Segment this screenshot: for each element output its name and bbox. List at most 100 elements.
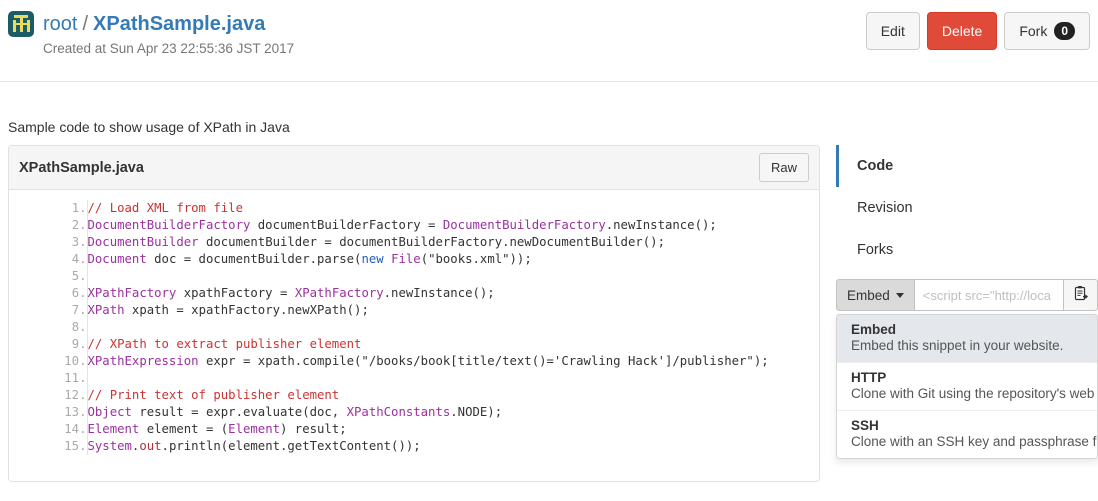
code-line: 5. [9, 268, 819, 285]
code-token: System [87, 439, 132, 453]
code-token: new [361, 252, 384, 266]
code-token: XPath [87, 303, 125, 317]
code-token: // Load XML from file [87, 201, 243, 215]
code-line-content: // Print text of publisher element [87, 387, 819, 404]
code-token: element = ( [139, 422, 229, 436]
code-token: File [391, 252, 421, 266]
breadcrumb: root / XPathSample.java [8, 10, 294, 38]
embed-dropdown-item-title: HTTP [851, 370, 887, 385]
code-token: .newInstance(); [383, 286, 495, 300]
code-line-number: 6. [9, 285, 88, 302]
code-line: 13. Object result = expr.evaluate(doc, XP… [9, 404, 819, 421]
code-line-content: // XPath to extract publisher element [87, 336, 819, 353]
embed-dropdown-item-desc: Clone with Git using the repository's we… [851, 386, 1095, 401]
code-line-number: 10. [9, 353, 88, 370]
code-line-content [87, 319, 819, 336]
code-token: // Print text of publisher element [87, 388, 340, 402]
raw-button[interactable]: Raw [758, 153, 809, 182]
snippet-description: Sample code to show usage of XPath in Ja… [8, 119, 290, 135]
code-line: 14. Element element = (Element) result; [9, 421, 819, 438]
code-line-number: 5. [9, 268, 88, 285]
sidebar-nav: Code Revision Forks [836, 145, 1098, 271]
code-line: 10. XPathExpression expr = xpath.compile(… [9, 353, 819, 370]
code-token: XPathConstants [346, 405, 451, 419]
code-line-content: System.out.println(element.getTextConten… [87, 438, 819, 455]
snippet-filename-link[interactable]: XPathSample.java [93, 13, 265, 36]
code-token: XPathFactory [294, 286, 384, 300]
copy-to-clipboard-button[interactable] [1064, 279, 1098, 311]
code-line-content [87, 370, 819, 387]
code-line-content: Object result = expr.evaluate(doc, XPath… [87, 404, 819, 421]
header-actions: Edit Delete Fork 0 [865, 12, 1090, 51]
code-line: 15. System.out.println(element.getTextCon… [9, 438, 819, 455]
code-line-content: Document doc = documentBuilder.parse(new… [87, 251, 819, 268]
sidebar-item-revision[interactable]: Revision [836, 187, 1098, 229]
embed-dropdown-item-http[interactable]: HTTP Clone with Git using the repository'… [837, 363, 1097, 411]
code-token: DocumentBuilderFactory [442, 218, 606, 232]
code-line: 1.// Load XML from file [9, 200, 819, 217]
code-table: 1.// Load XML from file 2. DocumentBuilder… [9, 200, 819, 455]
code-token: documentBuilderFactory = [250, 218, 443, 232]
code-line-content: XPathFactory xpathFactory = XPathFactory… [87, 285, 819, 302]
delete-button[interactable]: Delete [926, 12, 998, 51]
clipboard-copy-icon [1073, 285, 1089, 305]
code-token: result = expr.evaluate(doc, [131, 405, 347, 419]
sidebar-item-code[interactable]: Code [836, 145, 1098, 187]
code-line-number: 12. [9, 387, 88, 404]
identicon-avatar [8, 11, 34, 37]
code-line: 3. DocumentBuilder documentBuilder = docu… [9, 234, 819, 251]
embed-dropdown-item-embed[interactable]: Embed Embed this snippet in your website. [837, 315, 1097, 363]
code-line-number: 2. [9, 217, 88, 234]
code-line-number: 1. [9, 200, 88, 217]
code-token: // XPath to extract publisher element [87, 337, 362, 351]
sidebar-item-label: Code [857, 158, 894, 174]
embed-dropdown-item-ssh[interactable]: SSH Clone with an SSH key and passphrase … [837, 411, 1097, 458]
embed-url-input[interactable] [914, 279, 1064, 311]
sidebar-item-label: Forks [857, 242, 894, 258]
code-token: Object [87, 405, 132, 419]
code-token: .newInstance(); [605, 218, 717, 232]
owner-link[interactable]: root [43, 13, 77, 36]
code-filename: XPathSample.java [19, 159, 144, 176]
code-line-number: 13. [9, 404, 88, 421]
embed-dropdown-item-title: Embed [851, 322, 897, 337]
code-line-content [87, 268, 819, 285]
embed-dropdown-menu: Embed Embed this snippet in your website.… [836, 314, 1098, 459]
code-token: doc = documentBuilder.parse( [146, 252, 362, 266]
embed-dropdown-item-desc: Embed this snippet in your website. [851, 338, 1064, 353]
embed-dropdown-label: Embed [847, 287, 890, 303]
code-line-number: 7. [9, 302, 88, 319]
code-token: xpathFactory = [176, 286, 295, 300]
embed-dropdown-button[interactable]: Embed [836, 279, 915, 311]
code-line-number: 3. [9, 234, 88, 251]
code-token: XPathFactory [87, 286, 177, 300]
fork-count-badge: 0 [1054, 22, 1075, 41]
page-header: root / XPathSample.java Created at Sun A… [0, 0, 1098, 82]
sidebar: Code Revision Forks Embed <script src="h… [836, 145, 1098, 459]
header-identity: root / XPathSample.java Created at Sun A… [8, 10, 294, 56]
code-line: 12.// Print text of publisher element [9, 387, 819, 404]
code-line-number: 15. [9, 438, 88, 455]
code-line-content: XPath xpath = xpathFactory.newXPath(); [87, 302, 819, 319]
fork-button[interactable]: Fork 0 [1004, 12, 1090, 51]
code-token: DocumentBuilder [87, 235, 199, 249]
fork-button-label: Fork [1019, 23, 1048, 40]
code-token: documentBuilder = documentBuilderFactory… [198, 235, 665, 249]
code-token: xpath = xpathFactory.newXPath(); [124, 303, 369, 317]
embed-dropdown-item-desc: Clone with an SSH key and passphrase f [851, 434, 1097, 449]
edit-button[interactable]: Edit [865, 12, 920, 51]
code-line: 4. Document doc = documentBuilder.parse(n… [9, 251, 819, 268]
code-token: expr = xpath.compile("/books/book[title/… [198, 354, 769, 368]
code-body[interactable]: 1.// Load XML from file 2. DocumentBuilder… [9, 190, 819, 481]
code-token: Element [87, 422, 140, 436]
code-line-number: 4. [9, 251, 88, 268]
embed-row: Embed [836, 279, 1098, 311]
code-token: DocumentBuilderFactory [87, 218, 251, 232]
code-token: ("books.xml")); [420, 252, 532, 266]
code-token: .println(element.getTextContent()); [161, 439, 421, 453]
code-line: 7. XPath xpath = xpathFactory.newXPath(); [9, 302, 819, 319]
code-line-content: Element element = (Element) result; [87, 421, 819, 438]
sidebar-item-forks[interactable]: Forks [836, 229, 1098, 271]
sidebar-item-label: Revision [857, 200, 913, 216]
code-line-number: 11. [9, 370, 88, 387]
